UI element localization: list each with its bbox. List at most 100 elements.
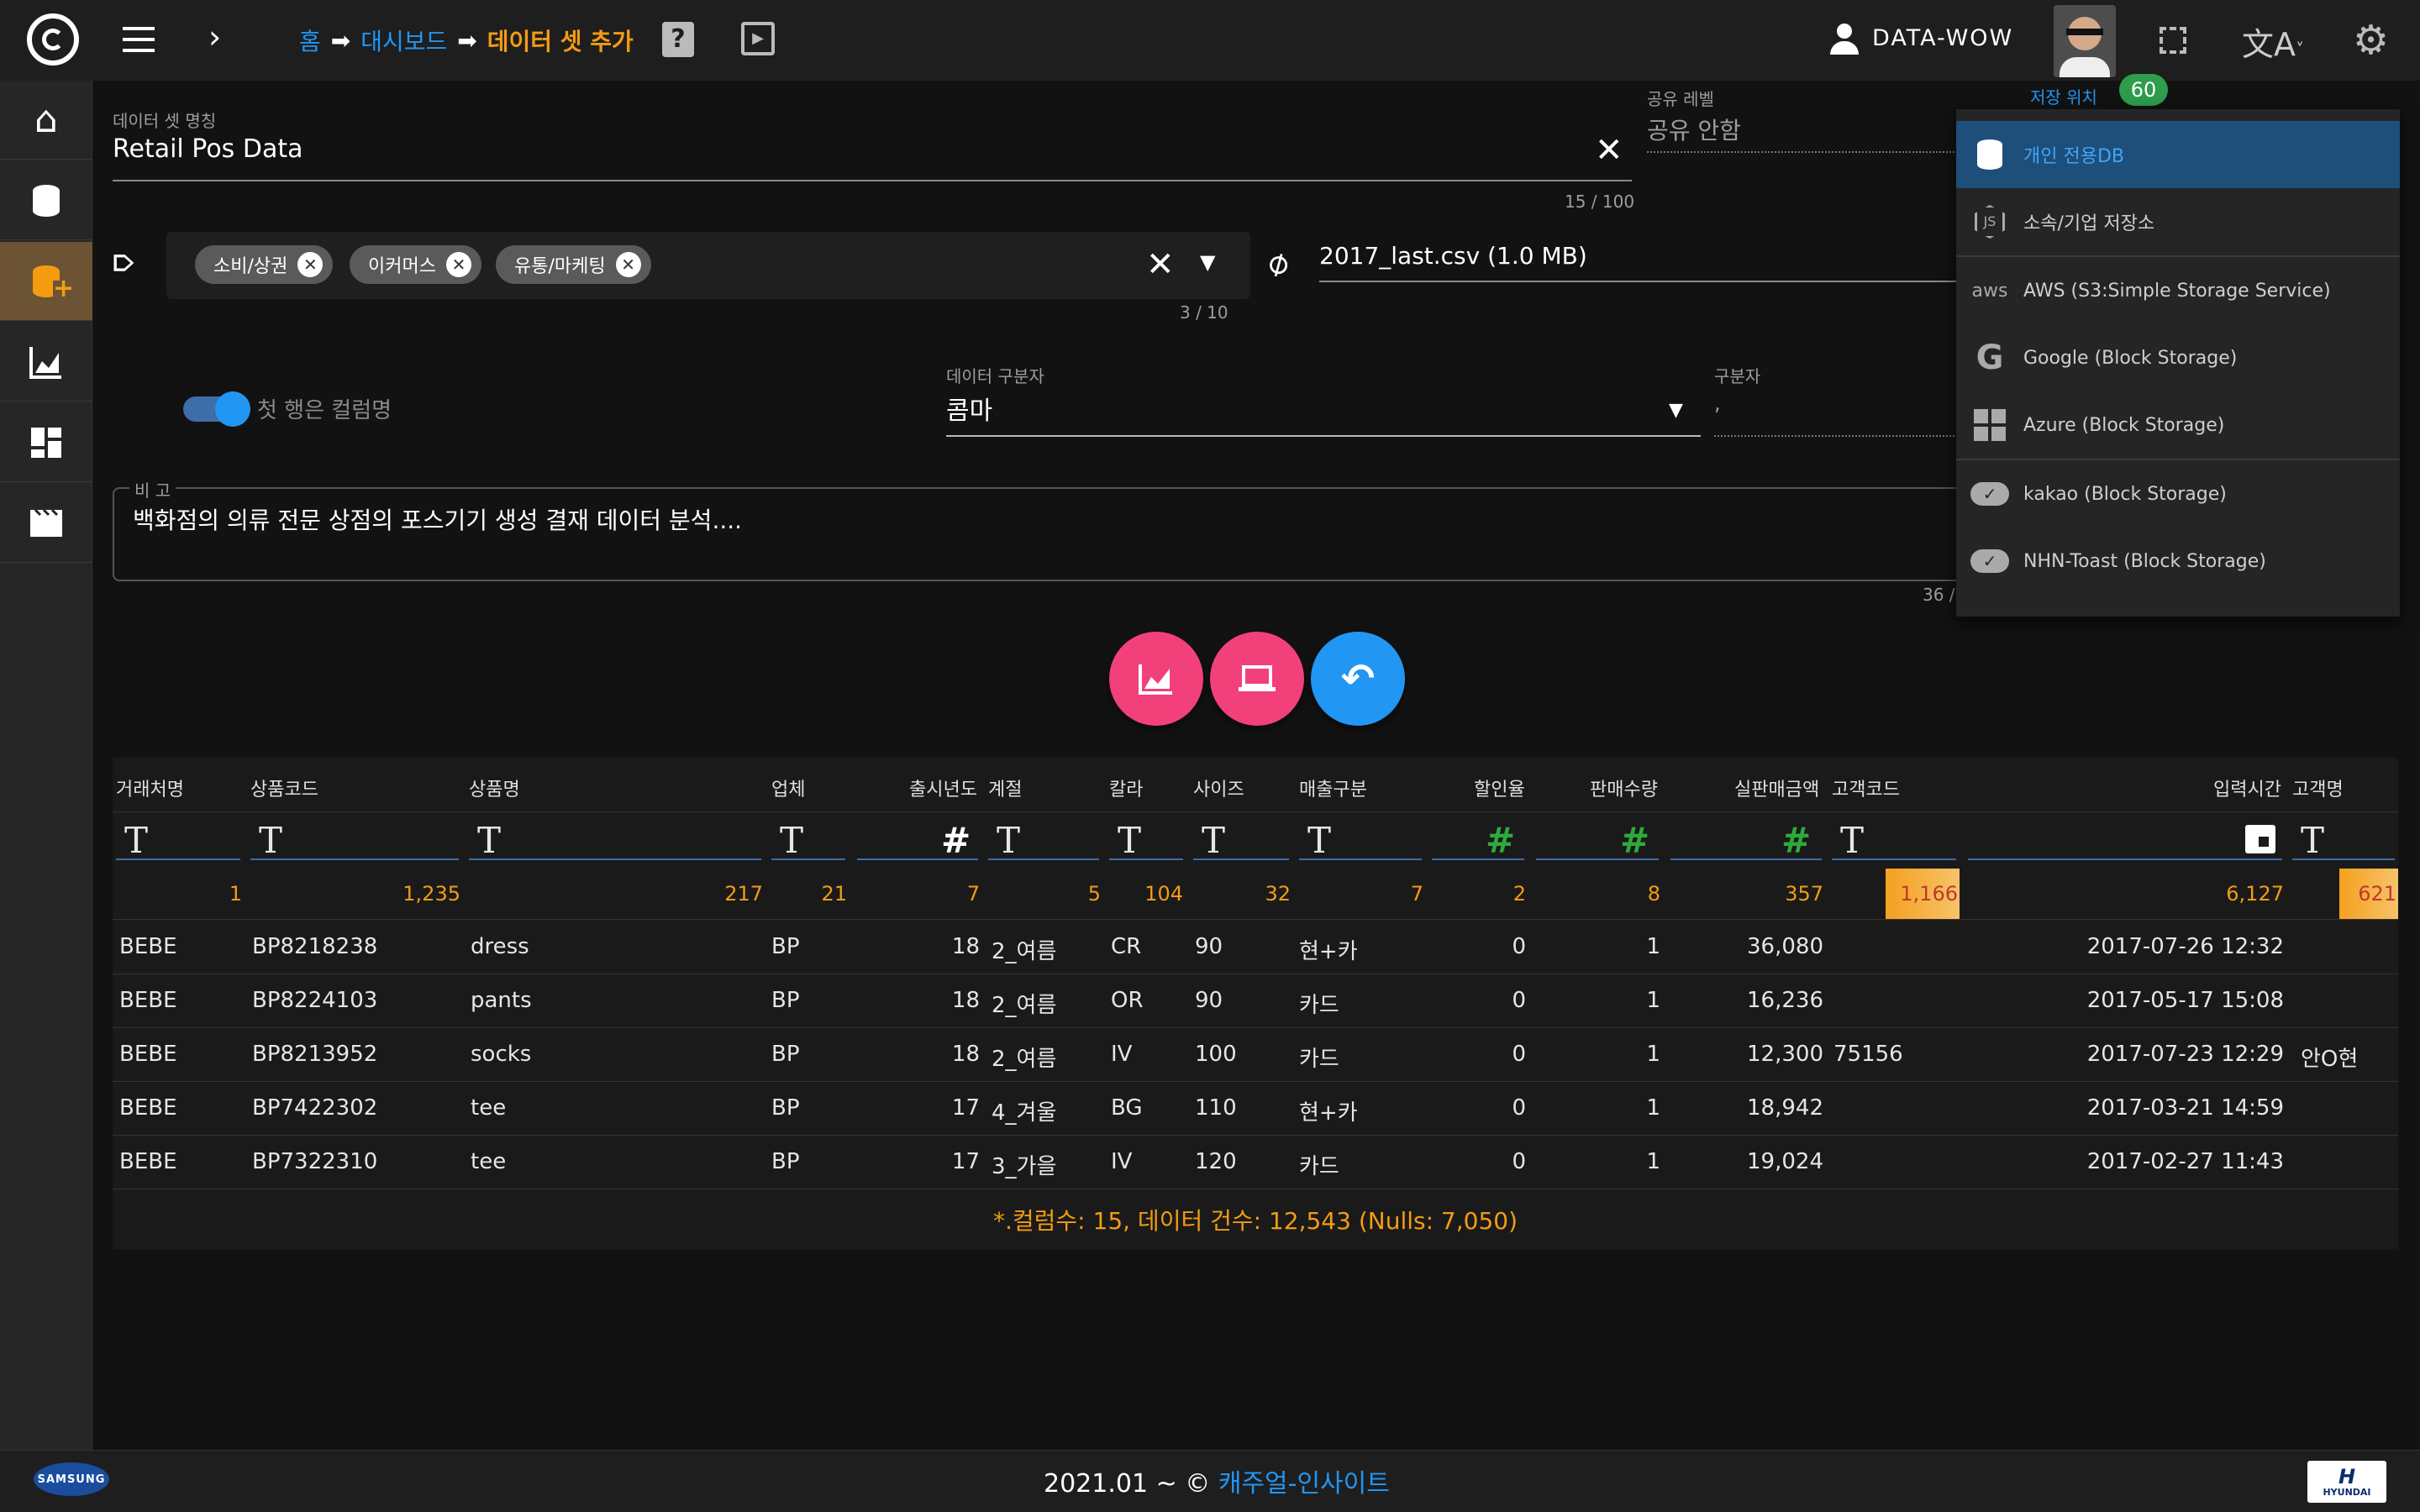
column-header[interactable]: 할인율 xyxy=(1474,774,1525,801)
sidebar: ⌂ + xyxy=(0,81,92,1450)
tag-chip[interactable]: 이커머스 ✕ xyxy=(350,245,481,284)
breadcrumb-dashboard[interactable]: 대시보드 xyxy=(360,24,447,57)
remove-tag-icon[interactable]: ✕ xyxy=(445,252,471,277)
clear-tags-icon[interactable]: ✕ xyxy=(1146,245,1175,284)
dataset-name-counter: 15 / 100 xyxy=(1565,192,1635,212)
column-header[interactable]: 상품코드 xyxy=(250,774,318,801)
storage-option-personal-db[interactable]: 개인 전용DB xyxy=(1956,121,2400,188)
table-cell: 18 xyxy=(951,934,980,959)
table-cell: 1 xyxy=(1646,988,1660,1013)
column-header[interactable]: 고객코드 xyxy=(1832,774,1900,801)
note-textarea[interactable]: 백화점의 의류 전문 상점의 포스기기 생성 결재 데이터 분석.... xyxy=(133,502,742,536)
aws-icon: aws xyxy=(1971,280,2008,302)
text-type-icon[interactable]: T xyxy=(1840,820,1864,861)
chevron-down-icon[interactable]: ▼ xyxy=(1669,400,1683,421)
separator-input[interactable]: , xyxy=(1714,391,1721,415)
copyright-text: 2021.01 ~ © xyxy=(1044,1469,1211,1499)
avatar[interactable] xyxy=(2054,5,2116,77)
calendar-icon[interactable] xyxy=(2245,825,2275,853)
chevron-down-icon[interactable]: ▼ xyxy=(1200,250,1215,274)
storage-option-google[interactable]: G Google (Block Storage) xyxy=(1956,324,2400,391)
text-type-icon[interactable]: T xyxy=(477,820,501,861)
column-header[interactable]: 출시년도 xyxy=(909,774,977,801)
column-header[interactable]: 상품명 xyxy=(469,774,520,801)
text-type-icon[interactable]: T xyxy=(1202,820,1225,861)
user-name[interactable]: DATA-WOW xyxy=(1872,25,2013,51)
sidebar-item-movie[interactable] xyxy=(0,484,92,563)
text-type-icon[interactable]: T xyxy=(259,820,282,861)
sidebar-item-dashboard[interactable] xyxy=(0,403,92,482)
brand-link[interactable]: 캐주얼-인사이트 xyxy=(1218,1469,1390,1499)
clear-icon[interactable]: ✕ xyxy=(1595,131,1623,170)
text-type-icon[interactable]: T xyxy=(1118,820,1141,861)
video-play-icon[interactable]: ▶ xyxy=(741,22,775,55)
sidebar-item-database[interactable] xyxy=(0,161,92,240)
table-cell: 카드 xyxy=(1299,1154,1339,1179)
table-cell: 18,942 xyxy=(1747,1095,1823,1121)
preview-button[interactable] xyxy=(1210,632,1304,726)
table-cell: 3_가을 xyxy=(992,1154,1057,1179)
menu-icon[interactable] xyxy=(123,27,155,52)
column-header[interactable]: 고객명 xyxy=(2292,774,2344,801)
chart-button[interactable] xyxy=(1109,632,1203,726)
header-row-toggle[interactable] xyxy=(183,391,250,427)
dashboard-icon xyxy=(31,427,61,458)
undo-button[interactable]: ↶ xyxy=(1311,632,1405,726)
storage-location-label: 저장 위치 xyxy=(2030,87,2097,108)
column-header[interactable]: 칼라 xyxy=(1109,774,1143,801)
column-header[interactable]: 판매수량 xyxy=(1590,774,1658,801)
help-icon[interactable]: ? xyxy=(662,22,694,57)
table-cell: BP8213952 xyxy=(252,1042,378,1067)
remove-tag-icon[interactable]: ✕ xyxy=(615,252,641,277)
number-type-icon[interactable]: # xyxy=(1620,820,1649,861)
storage-option-kakao[interactable]: ✓ kakao (Block Storage) xyxy=(1956,460,2400,528)
tag-icon: ⌂ xyxy=(105,252,145,274)
share-level-value[interactable]: 공유 안함 xyxy=(1647,113,1741,146)
app-logo[interactable] xyxy=(27,13,79,66)
number-type-icon[interactable]: # xyxy=(1781,820,1811,861)
table-cell: 0 xyxy=(1512,988,1526,1013)
column-header[interactable]: 업체 xyxy=(771,774,805,801)
storage-option-aws[interactable]: aws AWS (S3:Simple Storage Service) xyxy=(1956,257,2400,324)
table-cell: 120 xyxy=(1195,1149,1237,1174)
column-header[interactable]: 입력시간 xyxy=(2213,774,2281,801)
file-input[interactable]: 2017_last.csv (1.0 MB) xyxy=(1319,242,1587,270)
table-cell: 1 xyxy=(1646,1042,1660,1067)
movie-icon xyxy=(30,508,62,537)
column-header[interactable]: 실판매금액 xyxy=(1734,774,1819,801)
sidebar-item-home[interactable]: ⌂ xyxy=(0,81,92,160)
dataset-name-input[interactable]: Retail Pos Data xyxy=(113,134,302,164)
storage-option-azure[interactable]: Azure (Block Storage) xyxy=(1956,391,2400,459)
tag-chip[interactable]: 소비/상권 ✕ xyxy=(195,245,334,284)
paperclip-icon[interactable]: ⌀ xyxy=(1259,241,1296,285)
column-header[interactable]: 매출구분 xyxy=(1299,774,1367,801)
sidebar-item-charts[interactable] xyxy=(0,323,92,402)
text-type-icon[interactable]: T xyxy=(780,820,803,861)
table-cell: 75156 xyxy=(1833,1042,1903,1067)
remove-tag-icon[interactable]: ✕ xyxy=(297,252,324,277)
table-cell: BEBE xyxy=(119,1042,177,1067)
unique-count: 32 xyxy=(1265,882,1291,906)
translate-icon[interactable]: 文A˅ xyxy=(2242,18,2304,65)
number-type-icon[interactable]: # xyxy=(941,820,971,861)
storage-option-company[interactable]: JS 소속/기업 저장소 xyxy=(1956,188,2400,255)
column-header[interactable]: 계절 xyxy=(988,774,1022,801)
tag-chip[interactable]: 유통/마케팅 ✕ xyxy=(496,245,651,284)
gear-icon[interactable]: ⚙ xyxy=(2353,17,2389,64)
text-type-icon[interactable]: T xyxy=(124,820,148,861)
delimiter-select[interactable]: 콤마 xyxy=(946,390,992,427)
number-type-icon[interactable]: # xyxy=(1486,820,1515,861)
fullscreen-icon[interactable] xyxy=(2160,27,2186,54)
breadcrumb-home[interactable]: 홈 xyxy=(299,24,321,57)
column-header[interactable]: 거래처명 xyxy=(116,774,184,801)
storage-option-nhn-toast[interactable]: ✓ NHN-Toast (Block Storage) xyxy=(1956,528,2400,595)
undo-icon: ↶ xyxy=(1340,655,1376,702)
table-cell: 2_여름 xyxy=(992,1047,1057,1072)
table-cell: BP xyxy=(771,1095,800,1121)
sidebar-item-add-dataset[interactable]: + xyxy=(0,242,92,321)
text-type-icon[interactable]: T xyxy=(2301,820,2324,861)
column-header[interactable]: 사이즈 xyxy=(1193,774,1244,801)
chevron-right-icon[interactable]: › xyxy=(208,18,221,55)
text-type-icon[interactable]: T xyxy=(1307,820,1331,861)
text-type-icon[interactable]: T xyxy=(997,820,1020,861)
